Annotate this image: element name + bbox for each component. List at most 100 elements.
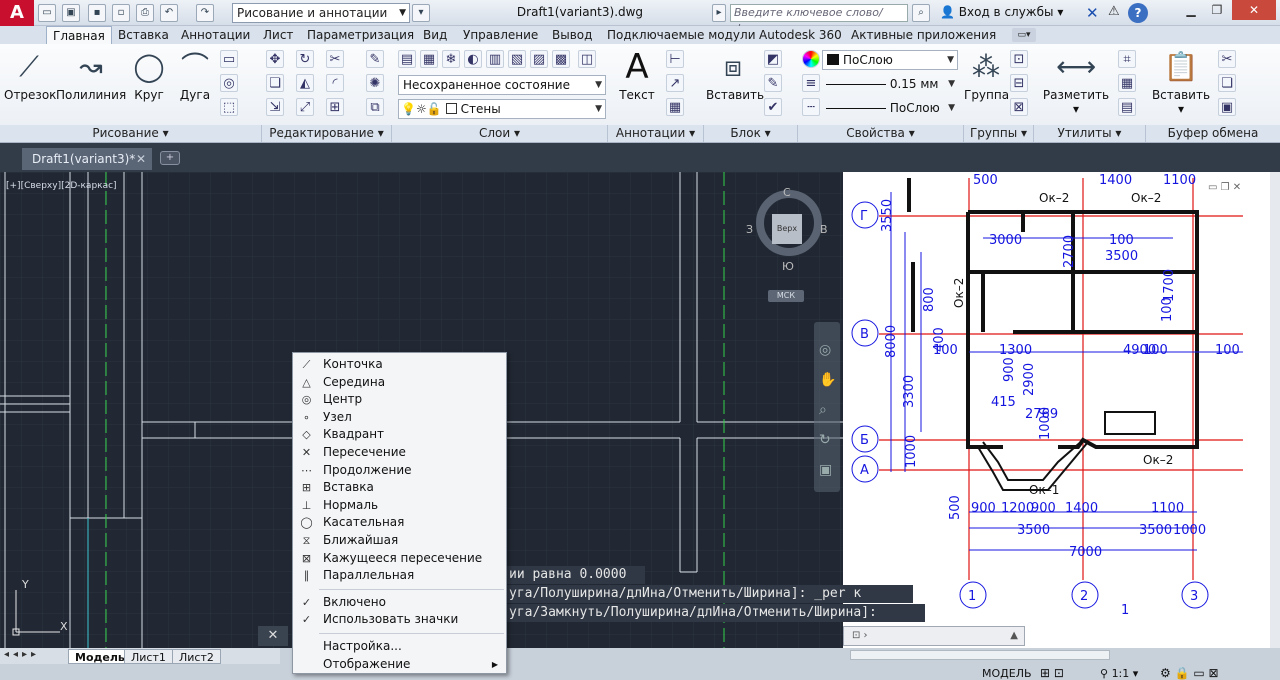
ungroup-icon[interactable]: ⊡: [1010, 50, 1028, 68]
explode-icon[interactable]: ✺: [366, 74, 384, 92]
grid-display-icon[interactable]: ⊞ ⊡: [1040, 666, 1064, 680]
color-dropdown[interactable]: ПоСлою ▼: [822, 50, 958, 70]
menu-item-display[interactable]: Отображение ▶: [293, 656, 506, 674]
ucs-dropdown[interactable]: МСК: [768, 290, 804, 302]
menu-item-snap[interactable]: ⋯ Продолжение: [293, 462, 506, 480]
layer-off-icon[interactable]: ◐: [464, 50, 482, 68]
annotation-scale[interactable]: ⚲ 1:1 ▾: [1100, 667, 1138, 680]
horizontal-scrollbar[interactable]: [850, 650, 1110, 660]
lineweight-icon[interactable]: ≡: [802, 74, 820, 92]
close-tab-icon[interactable]: ✕: [136, 148, 146, 170]
quick-select-icon[interactable]: ⌗: [1118, 50, 1136, 68]
linetype-dropdown[interactable]: ПоСлою ▼: [822, 99, 958, 119]
tab-insert[interactable]: Вставка: [112, 26, 175, 44]
tab-view[interactable]: Вид: [417, 26, 453, 44]
annotation-panel-footer[interactable]: Аннотации ▾: [608, 125, 704, 142]
leader-icon[interactable]: ↗: [666, 74, 684, 92]
dimension-icon[interactable]: ⊢: [666, 50, 684, 68]
menu-item-snap[interactable]: ∘ Узел: [293, 409, 506, 427]
tab-autodesk360[interactable]: Autodesk 360: [753, 26, 848, 44]
menu-item-snap[interactable]: ◎ Центр: [293, 391, 506, 409]
paste-button[interactable]: 📋 Вставить ▾: [1150, 48, 1212, 116]
table-icon[interactable]: ▦: [666, 98, 684, 116]
qa-plot-icon[interactable]: ⎙: [136, 4, 154, 22]
stretch-icon[interactable]: ⇲: [266, 98, 284, 116]
lineweight-dropdown[interactable]: 0.15 мм ▼: [822, 75, 958, 95]
groups-panel-footer[interactable]: Группы ▾: [964, 125, 1034, 142]
line-button[interactable]: ⟋ Отрезок: [4, 48, 56, 102]
trim-icon[interactable]: ✂: [326, 50, 344, 68]
orbit-icon[interactable]: ↻: [819, 432, 840, 448]
menu-item-snap[interactable]: ⧖ Ближайшая: [293, 532, 506, 550]
layer-properties-icon[interactable]: ▤: [398, 50, 416, 68]
zoom-icon[interactable]: ⌕: [819, 402, 840, 418]
measure-button[interactable]: ⟷ Разметить ▾: [1040, 48, 1112, 116]
tab-output[interactable]: Вывод: [546, 26, 598, 44]
close-window-button[interactable]: ✕: [1232, 0, 1276, 20]
command-close-icon[interactable]: ✕: [258, 626, 288, 646]
cut-icon[interactable]: ✂: [1218, 50, 1236, 68]
rotate-icon[interactable]: ↻: [296, 50, 314, 68]
circle-button[interactable]: ◯ Круг: [128, 48, 170, 102]
qa-open-icon[interactable]: ▣: [62, 4, 80, 22]
block-attributes-icon[interactable]: ✔: [764, 98, 782, 116]
menu-item-snap[interactable]: ✕ Пересечение: [293, 444, 506, 462]
workspace-dropdown[interactable]: Рисование и аннотации ▼: [232, 3, 410, 23]
workspace-switch-icon[interactable]: ⚙ 🔒 ▭ ⊠: [1160, 666, 1219, 680]
layer-freeze-icon[interactable]: ❄: [442, 50, 460, 68]
arc-button[interactable]: ⌒ Дуга: [174, 48, 216, 102]
menu-item-snap[interactable]: ⊞ Вставка: [293, 479, 506, 497]
showmotion-icon[interactable]: ▣: [819, 462, 840, 478]
search-input[interactable]: Введите ключевое слово/фразу: [730, 4, 908, 35]
text-button[interactable]: A Текст: [614, 48, 660, 102]
tab-annotate[interactable]: Аннотации: [175, 26, 256, 44]
group-button[interactable]: ⁂ Группа: [964, 48, 1009, 102]
draw-panel-footer[interactable]: Рисование ▾: [0, 125, 262, 142]
offset-icon[interactable]: ⧉: [366, 98, 384, 116]
copy-icon[interactable]: ❏: [266, 74, 284, 92]
compass-north[interactable]: С: [783, 186, 791, 199]
exchange-icon[interactable]: ✕: [1086, 4, 1099, 22]
steering-wheel-icon[interactable]: ◎: [819, 342, 840, 358]
search-expand-icon[interactable]: ▸: [712, 4, 726, 22]
viewcube[interactable]: Верх С Ю З В: [746, 186, 828, 273]
viewcube-top-face[interactable]: Верх: [772, 214, 802, 244]
mirror-icon[interactable]: ◭: [296, 74, 314, 92]
block-panel-footer[interactable]: Блок ▾: [704, 125, 798, 142]
tab-home[interactable]: Главная: [46, 26, 112, 44]
panel-window-controls[interactable]: ▭ ❐ ✕: [1208, 182, 1241, 193]
region-icon[interactable]: ⬚: [220, 98, 238, 116]
tab-plugins[interactable]: Подключаемые модули: [601, 26, 762, 44]
edit-block-icon[interactable]: ✎: [764, 74, 782, 92]
menu-item-snap[interactable]: △ Середина: [293, 374, 506, 392]
menu-item-snap[interactable]: ⟋ Конточка: [293, 356, 506, 374]
insert-block-button[interactable]: ⧈ Вставить: [706, 48, 764, 102]
command-input[interactable]: ⊡ › ▲: [843, 626, 1025, 646]
exchange-dropdown-icon[interactable]: ⚠: [1108, 4, 1120, 19]
search-icon[interactable]: ⌕: [912, 4, 930, 22]
layer-state-dropdown[interactable]: Несохраненное состояние листа▼: [398, 75, 606, 110]
viewport-label[interactable]: [+][Сверху][2D-каркас]: [6, 181, 117, 191]
maximize-button[interactable]: ❐: [1204, 0, 1230, 20]
layers-panel-footer[interactable]: Слои ▾: [392, 125, 608, 142]
layer-isolate-icon[interactable]: ▦: [420, 50, 438, 68]
layer-lock-icon[interactable]: ▥: [486, 50, 504, 68]
qa-redo-icon[interactable]: ↷: [196, 4, 214, 22]
tab-layout[interactable]: Лист: [257, 26, 299, 44]
linetype-icon[interactable]: ┄: [802, 98, 820, 116]
tab-parametric[interactable]: Параметризация: [301, 26, 420, 44]
minimize-button[interactable]: ▁: [1178, 0, 1204, 20]
copy-clip-icon[interactable]: ❏: [1218, 74, 1236, 92]
calculator-icon[interactable]: ▦: [1118, 74, 1136, 92]
create-block-icon[interactable]: ◩: [764, 50, 782, 68]
modify-panel-footer[interactable]: Редактирование ▾: [262, 125, 392, 142]
pan-icon[interactable]: ✋: [819, 372, 840, 388]
erase-icon[interactable]: ✎: [366, 50, 384, 68]
tab-manage[interactable]: Управление: [457, 26, 544, 44]
tab-active-apps[interactable]: Активные приложения: [845, 26, 1002, 44]
layer-merge-icon[interactable]: ◫: [578, 50, 596, 68]
layer-previous-icon[interactable]: ▨: [530, 50, 548, 68]
utilities-panel-footer[interactable]: Утилиты ▾: [1034, 125, 1146, 142]
tab-layout2[interactable]: Лист2: [172, 649, 221, 664]
help-icon[interactable]: ?: [1128, 3, 1148, 23]
